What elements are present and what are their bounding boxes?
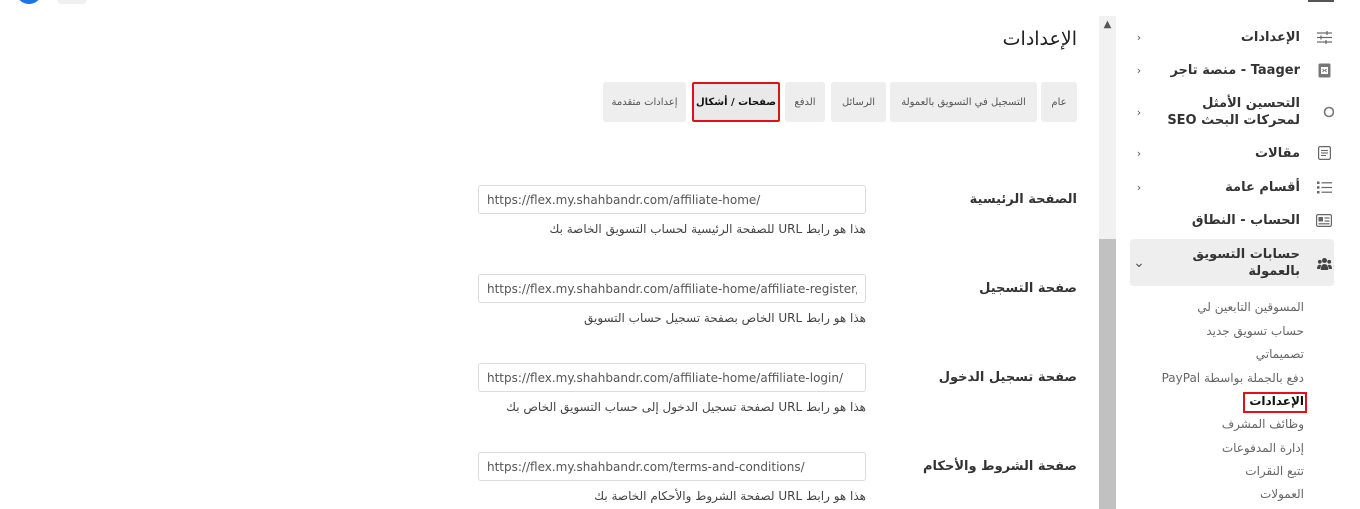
- sidebar-item-articles[interactable]: مقالات ‹: [1132, 143, 1334, 163]
- tab-advanced-settings[interactable]: إعدادات متقدمة: [603, 82, 686, 122]
- submenu-item-my-designs[interactable]: تصميماتي: [1124, 347, 1304, 361]
- sliders-icon: [1314, 27, 1334, 47]
- toolbar-button[interactable]: [58, 0, 86, 4]
- terms-page-help: هذا هو رابط URL لصفحة الشروط والأحكام ال…: [594, 489, 866, 503]
- sidebar-item-label: الإعدادات: [1240, 29, 1300, 45]
- submenu-item-new-account[interactable]: حساب تسويق جديد: [1124, 324, 1304, 338]
- home-page-help: هذا هو رابط URL للصفحة الرئيسية لحساب ال…: [549, 222, 866, 236]
- tab-messages[interactable]: الرسائل: [831, 82, 886, 122]
- app-root: الإعدادات ‹ Taager - منصة تاجر ‹ SE التح…: [0, 0, 1360, 509]
- sidebar-item-seo[interactable]: SE التحسين الأمثل لمحركات البحث SEO ‹: [1132, 94, 1334, 130]
- chevron-left-icon: ‹: [1136, 146, 1142, 160]
- tab-pages-forms[interactable]: صفحات / أشكال: [692, 82, 780, 122]
- submenu-item-payments[interactable]: إدارة المدفوعات: [1124, 441, 1304, 455]
- scroll-up-icon[interactable]: ▲: [1099, 16, 1116, 32]
- submenu-item-commissions[interactable]: العمولات: [1124, 487, 1304, 501]
- sidebar-item-label: Taager - منصة تاجر: [1170, 62, 1300, 78]
- document-icon: [1314, 60, 1334, 80]
- id-card-icon: [1314, 210, 1334, 230]
- register-page-url-input[interactable]: [478, 274, 866, 303]
- register-page-help: هذا هو رابط URL الخاص بصفحة تسجيل حساب ا…: [583, 311, 866, 325]
- sidebar-item-label: حسابات التسويق بالعمولة: [1192, 247, 1300, 279]
- list-icon: [1314, 177, 1334, 197]
- sidebar-item-affiliate-accounts[interactable]: حسابات التسويق بالعمولة ⌄: [1132, 245, 1334, 281]
- submenu-item-settings[interactable]: الإعدادات: [1124, 394, 1304, 408]
- sidebar-item-label: مقالات: [1254, 145, 1300, 161]
- sidebar-item-account-domain[interactable]: الحساب - النطاق: [1132, 210, 1334, 230]
- seo-icon: SE: [1310, 102, 1334, 122]
- sidebar-item-sections[interactable]: أقسام عامة ‹: [1132, 177, 1334, 197]
- submenu-item-paypal-bulk[interactable]: دفع بالجملة بواسطة PayPal: [1124, 371, 1304, 385]
- users-icon: [1314, 253, 1334, 273]
- sidebar: الإعدادات ‹ Taager - منصة تاجر ‹ SE التح…: [1124, 16, 1340, 509]
- submenu-item-click-tracking[interactable]: تتبع النقرات: [1124, 464, 1304, 478]
- tab-payment[interactable]: الدفع: [785, 82, 825, 122]
- chevron-down-icon: ⌄: [1133, 255, 1145, 271]
- login-page-url-input[interactable]: [478, 363, 866, 392]
- chevron-left-icon: ‹: [1136, 105, 1142, 119]
- chevron-left-icon: ‹: [1136, 30, 1142, 44]
- chevron-left-icon: ‹: [1136, 63, 1142, 77]
- register-page-label: صفحة التسجيل: [979, 281, 1077, 296]
- sidebar-item-taager[interactable]: Taager - منصة تاجر ‹: [1132, 60, 1334, 80]
- submenu-item-admin-functions[interactable]: وظائف المشرف: [1124, 417, 1304, 431]
- home-page-label: الصفحة الرئيسية: [969, 192, 1077, 207]
- sidebar-item-settings[interactable]: الإعدادات ‹: [1132, 27, 1334, 47]
- submenu-item-my-affiliates[interactable]: المسوقين التابعين لي: [1124, 300, 1304, 314]
- scroll-thumb[interactable]: [1099, 239, 1116, 509]
- terms-page-url-input[interactable]: [478, 452, 866, 481]
- terms-page-label: صفحة الشروط والأحكام: [922, 459, 1077, 474]
- tab-general[interactable]: عام: [1041, 82, 1077, 122]
- home-page-url-input[interactable]: [478, 185, 866, 214]
- settings-tabs: عام التسجيل في التسويق بالعمولة الرسائل …: [603, 82, 1077, 122]
- login-page-label: صفحة تسجيل الدخول: [938, 370, 1077, 385]
- login-page-help: هذا هو رابط URL لصفحة تسجيل الدخول إلى ح…: [506, 400, 866, 414]
- scrollbar[interactable]: ▲: [1099, 16, 1116, 509]
- menu-icon[interactable]: [1308, 0, 1334, 2]
- sidebar-item-label: التحسين الأمثل لمحركات البحث SEO: [1167, 96, 1300, 128]
- tab-affiliate-registration[interactable]: التسجيل في التسويق بالعمولة: [890, 82, 1037, 122]
- chevron-left-icon: ‹: [1136, 180, 1142, 194]
- page-title: الإعدادات: [1002, 28, 1077, 50]
- article-icon: [1314, 143, 1334, 163]
- avatar[interactable]: [16, 0, 42, 4]
- sidebar-item-label: الحساب - النطاق: [1191, 212, 1300, 228]
- sidebar-item-label: أقسام عامة: [1225, 179, 1300, 195]
